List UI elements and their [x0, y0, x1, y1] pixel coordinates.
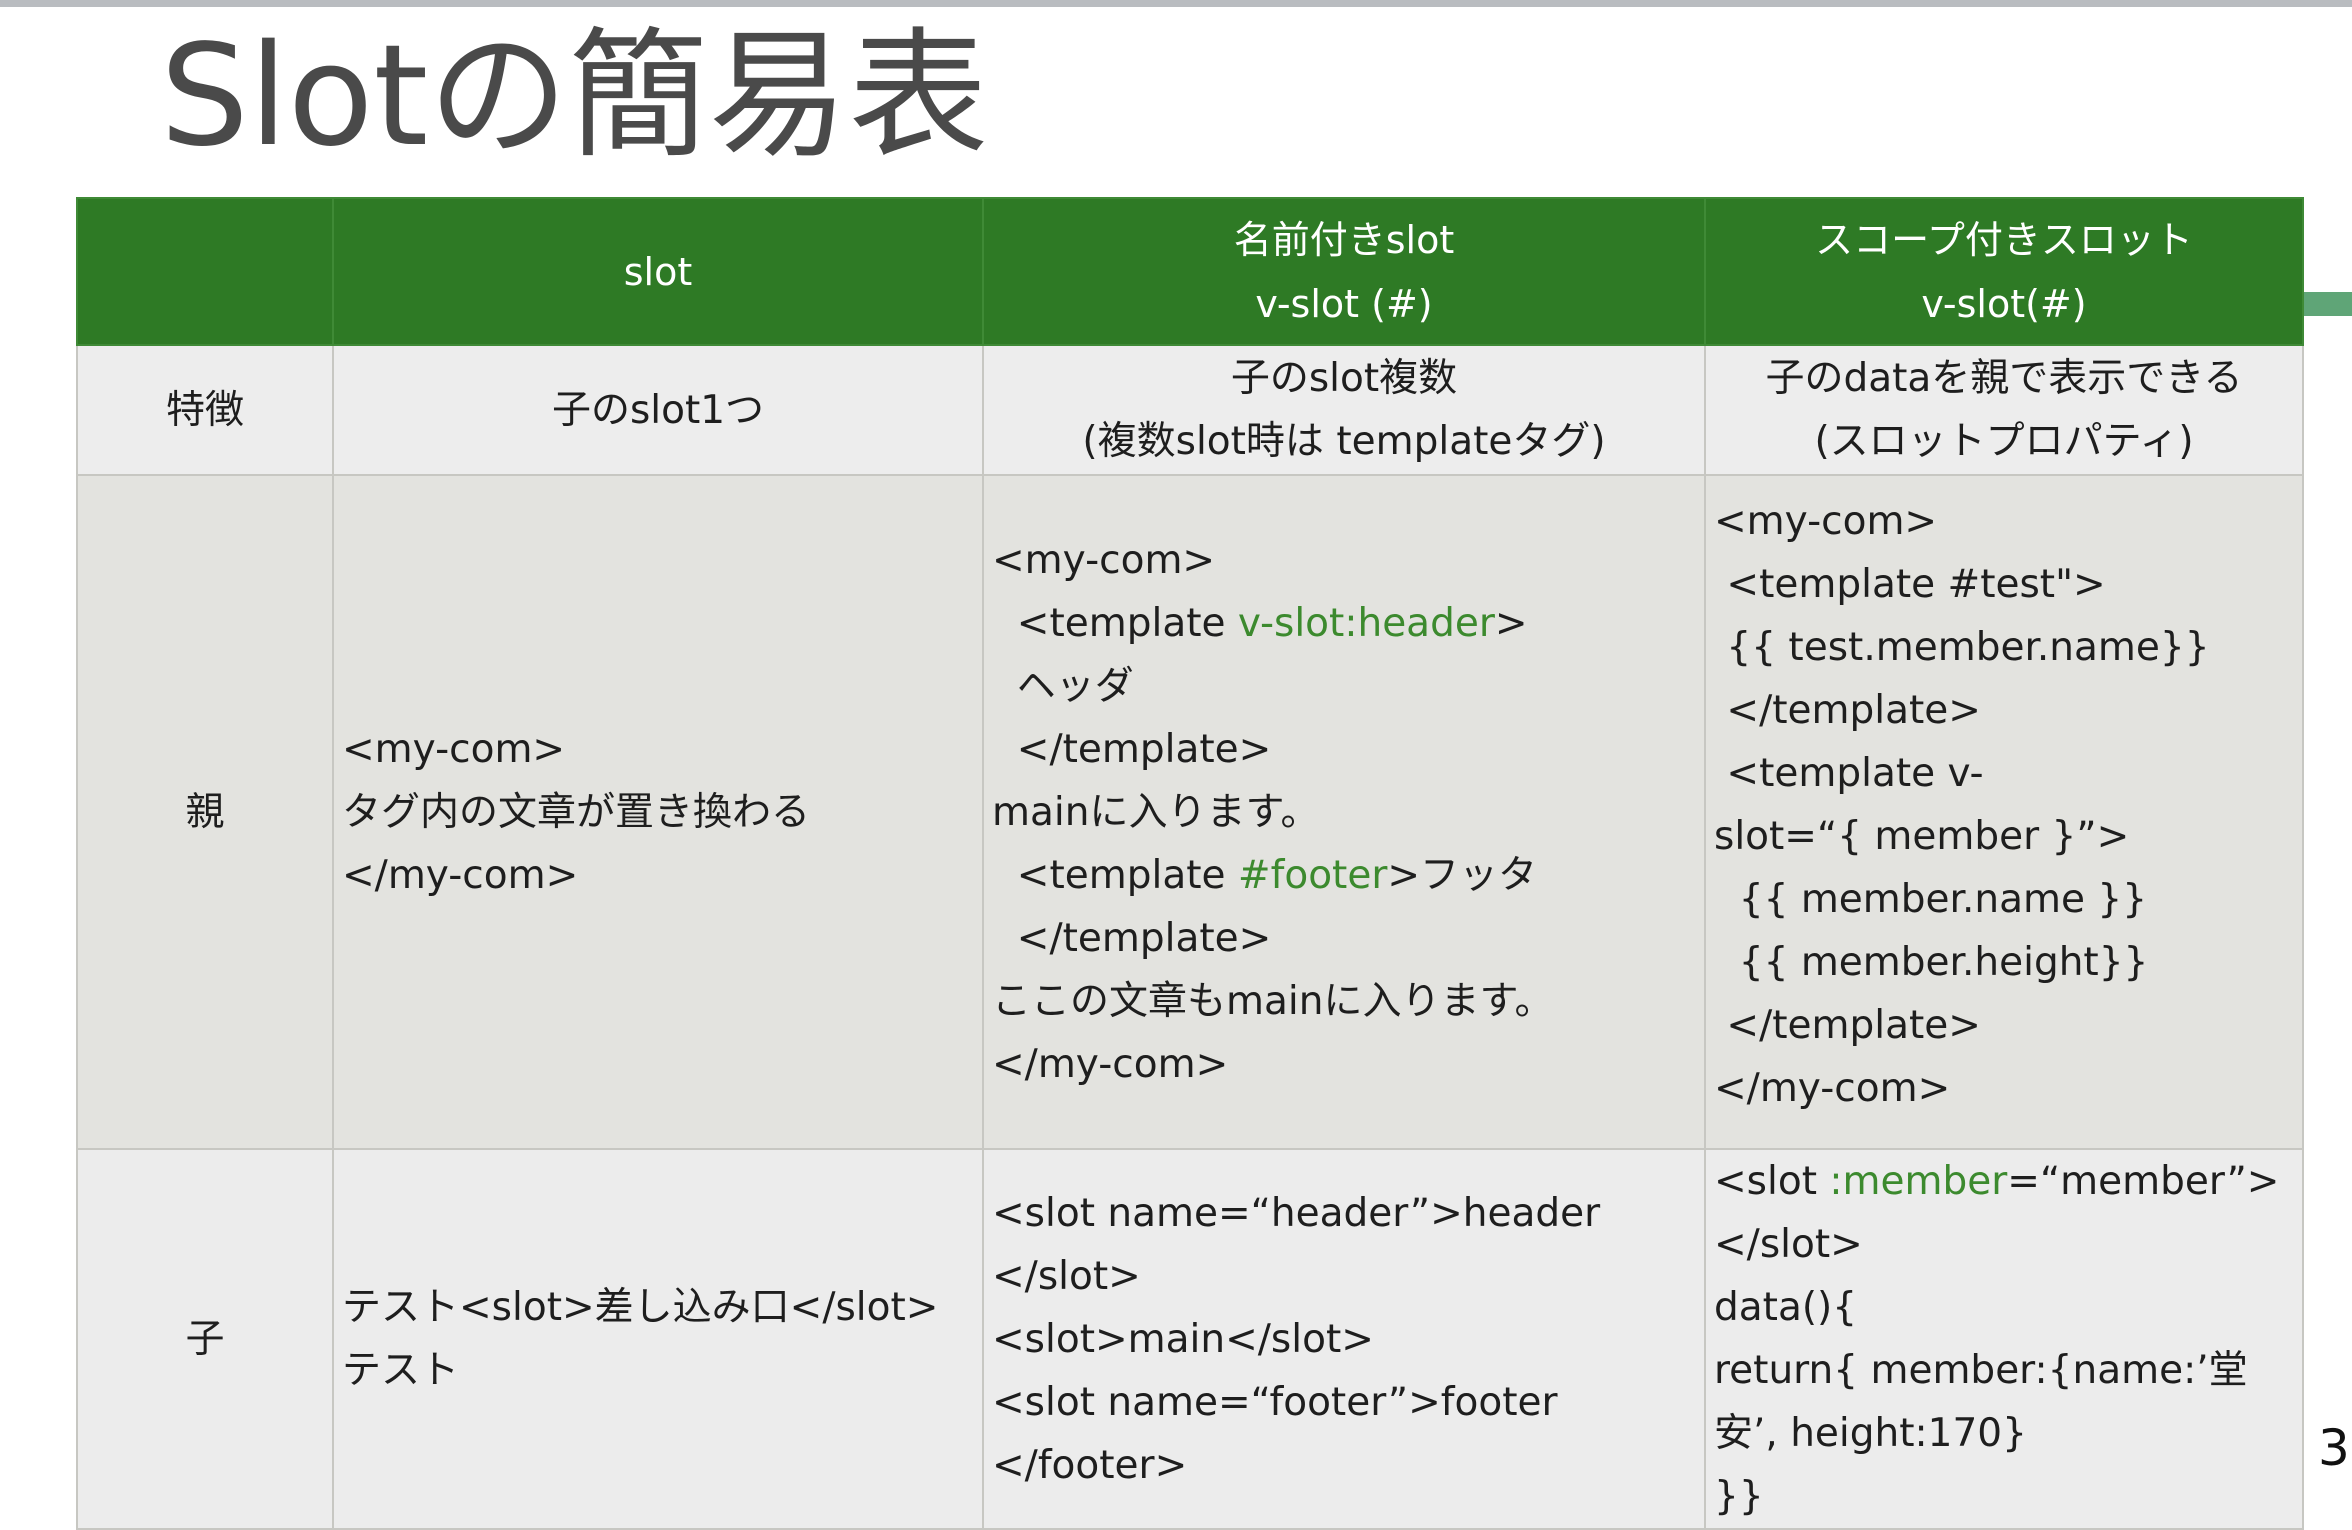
code-line: </slot>	[1714, 1222, 1863, 1267]
header-row: slot 名前付きslot v-slot (#) スコープ付きスロット v-sl…	[76, 197, 2304, 346]
code-line: テスト	[342, 1348, 460, 1393]
code-text: >フッタ	[1387, 852, 1538, 898]
header-slot-label: slot	[623, 249, 693, 294]
header-named-line2: v-slot (#)	[1255, 281, 1433, 326]
child-scoped-cell: <slot :member=“member”> </slot> data(){ …	[1704, 1148, 2304, 1530]
parent-named-cell: <my-com> <template v-slot:header> ヘッダ </…	[982, 474, 1706, 1150]
header-named-slot: 名前付きslot v-slot (#)	[982, 197, 1706, 346]
feature-scoped-line2: (スロットプロパティ)	[1814, 419, 2194, 464]
feature-scoped-cell: 子のdataを親で表示できる (スロットプロパティ)	[1704, 344, 2304, 476]
code-line: </template>	[1714, 688, 1981, 733]
code-line: {{ test.member.name}}	[1714, 625, 2210, 670]
code-text: <slot	[1714, 1159, 1830, 1204]
child-row-label: 子	[76, 1148, 334, 1530]
code-line: </my-com>	[342, 852, 579, 898]
header-scoped-slot: スコープ付きスロット v-slot(#)	[1704, 197, 2304, 346]
code-line: data(){	[1714, 1285, 1858, 1330]
code-line: return{ member:{name:’堂	[1714, 1348, 2248, 1393]
code-text: =“member”>	[2007, 1159, 2280, 1204]
parent-row: 親 <my-com> タグ内の文章が置き換わる </my-com> <my-co…	[76, 474, 2304, 1150]
feature-scoped-line1: 子のdataを親で表示できる	[1765, 356, 2243, 401]
code-line: mainに入ります。	[992, 789, 1320, 835]
feature-slot-cell: 子のslot1つ	[332, 344, 984, 476]
decorative-green-bar	[2302, 292, 2352, 316]
code-line: <my-com>	[1714, 499, 1938, 544]
code-text: <template	[992, 852, 1238, 898]
feature-named-line2: (複数slot時は templateタグ)	[1082, 419, 1606, 464]
code-line: <slot :member=“member”>	[1714, 1151, 2294, 1213]
parent-row-label: 親	[76, 474, 334, 1150]
child-row: 子 テスト<slot>差し込み口</slot> テスト <slot name=“…	[76, 1148, 2304, 1530]
code-line: }}	[1714, 1474, 1764, 1519]
code-line: タグ内の文章が置き換わる	[342, 789, 811, 835]
parent-scoped-cell: <my-com> <template #test"> {{ test.membe…	[1704, 474, 2304, 1150]
code-line: ここの文章もmainに入ります。	[992, 978, 1554, 1024]
code-line: <slot name=“header”>header	[992, 1190, 1601, 1236]
code-line: <slot>main</slot>	[992, 1316, 1374, 1362]
top-border-strip	[0, 0, 2352, 7]
code-line: {{ member.height}}	[1714, 940, 2149, 985]
code-line: <slot name=“footer”>footer	[992, 1379, 1558, 1425]
header-scoped-line2: v-slot(#)	[1921, 281, 2087, 326]
code-line: slot=“{ member }”>	[1714, 814, 2130, 859]
code-text: >	[1494, 600, 1528, 646]
code-line: <my-com>	[342, 726, 566, 772]
child-slot-cell: テスト<slot>差し込み口</slot> テスト	[332, 1148, 984, 1530]
code-line: <template #footer>フッタ	[992, 844, 1696, 907]
highlighted-binding: :member	[1829, 1159, 2008, 1204]
feature-row-label: 特徴	[76, 344, 334, 476]
code-line: ヘッダ	[992, 663, 1134, 709]
feature-named-line1: 子のslot複数	[1230, 356, 1458, 401]
code-line: <template #test">	[1714, 562, 2106, 607]
code-line: <my-com>	[992, 537, 1216, 583]
header-scoped-line1: スコープ付きスロット	[1815, 217, 2193, 262]
slot-comparison-table: slot 名前付きslot v-slot (#) スコープ付きスロット v-sl…	[76, 197, 2304, 1530]
header-slot: slot	[332, 197, 984, 346]
feature-named-cell: 子のslot複数 (複数slot時は templateタグ)	[982, 344, 1706, 476]
code-line: テスト<slot>差し込み口</slot>	[342, 1285, 939, 1330]
code-line: </template>	[1714, 1003, 1981, 1048]
parent-slot-cell: <my-com> タグ内の文章が置き換わる </my-com>	[332, 474, 984, 1150]
slide-title: Slotの簡易表	[160, 15, 989, 178]
highlighted-directive: #footer	[1237, 852, 1388, 898]
code-line: </template>	[992, 726, 1272, 772]
code-line: {{ member.name }}	[1714, 877, 2148, 922]
code-text: <template	[992, 600, 1238, 646]
header-named-line1: 名前付きslot	[1233, 217, 1455, 262]
code-line: </footer>	[992, 1442, 1188, 1488]
code-line: </template>	[992, 915, 1272, 961]
highlighted-directive: v-slot:header	[1237, 600, 1495, 646]
code-line: </my-com>	[992, 1041, 1229, 1087]
code-line: <template v-slot:header>	[992, 592, 1696, 655]
child-named-cell: <slot name=“header”>header </slot> <slot…	[982, 1148, 1706, 1530]
header-corner-cell	[76, 197, 334, 346]
code-line: 安’, height:170}	[1714, 1411, 2027, 1456]
page-number: 3	[2318, 1419, 2350, 1477]
feature-row: 特徴 子のslot1つ 子のslot複数 (複数slot時は templateタ…	[76, 344, 2304, 476]
code-line: <template v-	[1714, 751, 1984, 796]
code-line: </my-com>	[1714, 1066, 1951, 1111]
code-line: </slot>	[992, 1253, 1141, 1299]
